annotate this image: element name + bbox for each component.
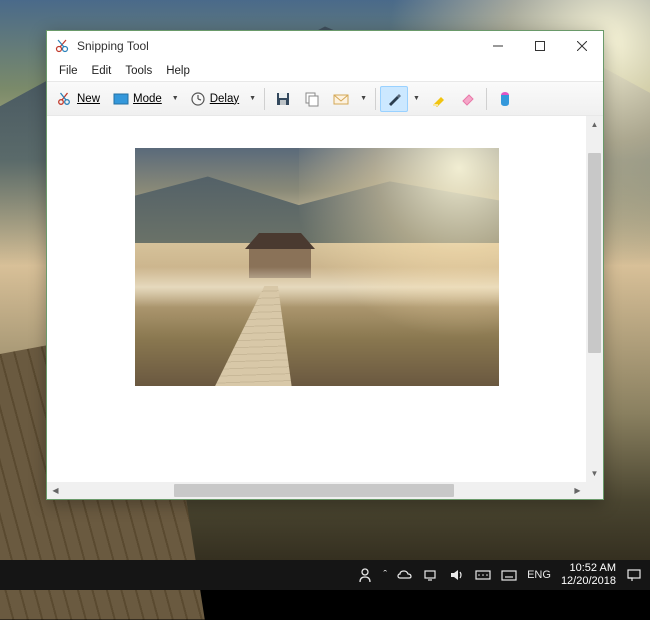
toolbar-separator xyxy=(375,88,376,110)
input-indicator-icon[interactable] xyxy=(475,567,491,583)
clock-icon xyxy=(190,91,206,107)
taskbar-clock[interactable]: 10:52 AM 12/20/2018 xyxy=(561,562,616,588)
delay-dropdown[interactable]: ▼ xyxy=(245,86,260,112)
pen-icon xyxy=(386,91,402,107)
minimize-button[interactable] xyxy=(477,31,519,61)
volume-icon[interactable] xyxy=(449,567,465,583)
paint3d-button[interactable] xyxy=(491,86,519,112)
save-button[interactable] xyxy=(269,86,297,112)
language-indicator[interactable]: ENG xyxy=(527,569,551,581)
mode-button[interactable]: Mode xyxy=(107,86,168,112)
pen-button[interactable] xyxy=(380,86,408,112)
menu-help[interactable]: Help xyxy=(160,63,196,79)
delay-button[interactable]: Delay xyxy=(184,86,245,112)
pen-dropdown[interactable]: ▼ xyxy=(409,86,424,112)
canvas-area[interactable]: ▲ ▼ ◀ ▶ xyxy=(47,115,603,499)
menubar: File Edit Tools Help xyxy=(47,61,603,81)
new-label: New xyxy=(77,93,100,105)
scroll-right-icon[interactable]: ▶ xyxy=(569,482,586,499)
eraser-button[interactable] xyxy=(454,86,482,112)
clock-date: 12/20/2018 xyxy=(561,575,616,588)
menu-edit[interactable]: Edit xyxy=(86,63,118,79)
scroll-left-icon[interactable]: ◀ xyxy=(47,482,64,499)
scroll-up-icon[interactable]: ▲ xyxy=(586,116,603,133)
snipping-tool-window: Snipping Tool File Edit Tools Help xyxy=(46,30,604,500)
vertical-scrollbar[interactable]: ▲ ▼ xyxy=(586,116,603,482)
copy-icon xyxy=(304,91,320,107)
delay-label: Delay xyxy=(210,93,239,105)
hscroll-thumb[interactable] xyxy=(174,484,454,497)
copy-button[interactable] xyxy=(298,86,326,112)
taskbar[interactable]: ˆ ENG 10:52 AM 12/20/2018 xyxy=(0,560,650,590)
new-button[interactable]: New xyxy=(51,86,106,112)
captured-screenshot xyxy=(135,148,499,386)
clock-time: 10:52 AM xyxy=(561,562,616,575)
rectangle-mode-icon xyxy=(113,91,129,107)
snipping-tool-app-icon xyxy=(55,38,71,54)
save-icon xyxy=(275,91,291,107)
vscroll-thumb[interactable] xyxy=(588,153,601,353)
window-title: Snipping Tool xyxy=(77,39,477,53)
horizontal-scrollbar[interactable]: ◀ ▶ xyxy=(47,482,586,499)
toolbar: New Mode ▼ Delay ▼ xyxy=(47,81,603,115)
menu-tools[interactable]: Tools xyxy=(119,63,158,79)
titlebar[interactable]: Snipping Tool xyxy=(47,31,603,61)
network-icon[interactable] xyxy=(423,567,439,583)
maximize-button[interactable] xyxy=(519,31,561,61)
mode-label: Mode xyxy=(133,93,162,105)
toolbar-separator xyxy=(486,88,487,110)
eraser-icon xyxy=(460,91,476,107)
highlighter-icon xyxy=(431,91,447,107)
people-icon[interactable] xyxy=(357,567,373,583)
toolbar-separator xyxy=(264,88,265,110)
paint3d-icon xyxy=(497,91,513,107)
action-center-icon[interactable] xyxy=(626,567,642,583)
scroll-corner xyxy=(586,482,603,499)
scissors-icon xyxy=(57,91,73,107)
send-button[interactable] xyxy=(327,86,355,112)
mode-dropdown[interactable]: ▼ xyxy=(168,86,183,112)
menu-file[interactable]: File xyxy=(53,63,84,79)
scroll-down-icon[interactable]: ▼ xyxy=(586,465,603,482)
onedrive-icon[interactable] xyxy=(397,567,413,583)
close-button[interactable] xyxy=(561,31,603,61)
tray-expand-icon[interactable]: ˆ xyxy=(383,569,387,581)
keyboard-icon[interactable] xyxy=(501,567,517,583)
highlighter-button[interactable] xyxy=(425,86,453,112)
envelope-icon xyxy=(333,91,349,107)
send-dropdown[interactable]: ▼ xyxy=(356,86,371,112)
